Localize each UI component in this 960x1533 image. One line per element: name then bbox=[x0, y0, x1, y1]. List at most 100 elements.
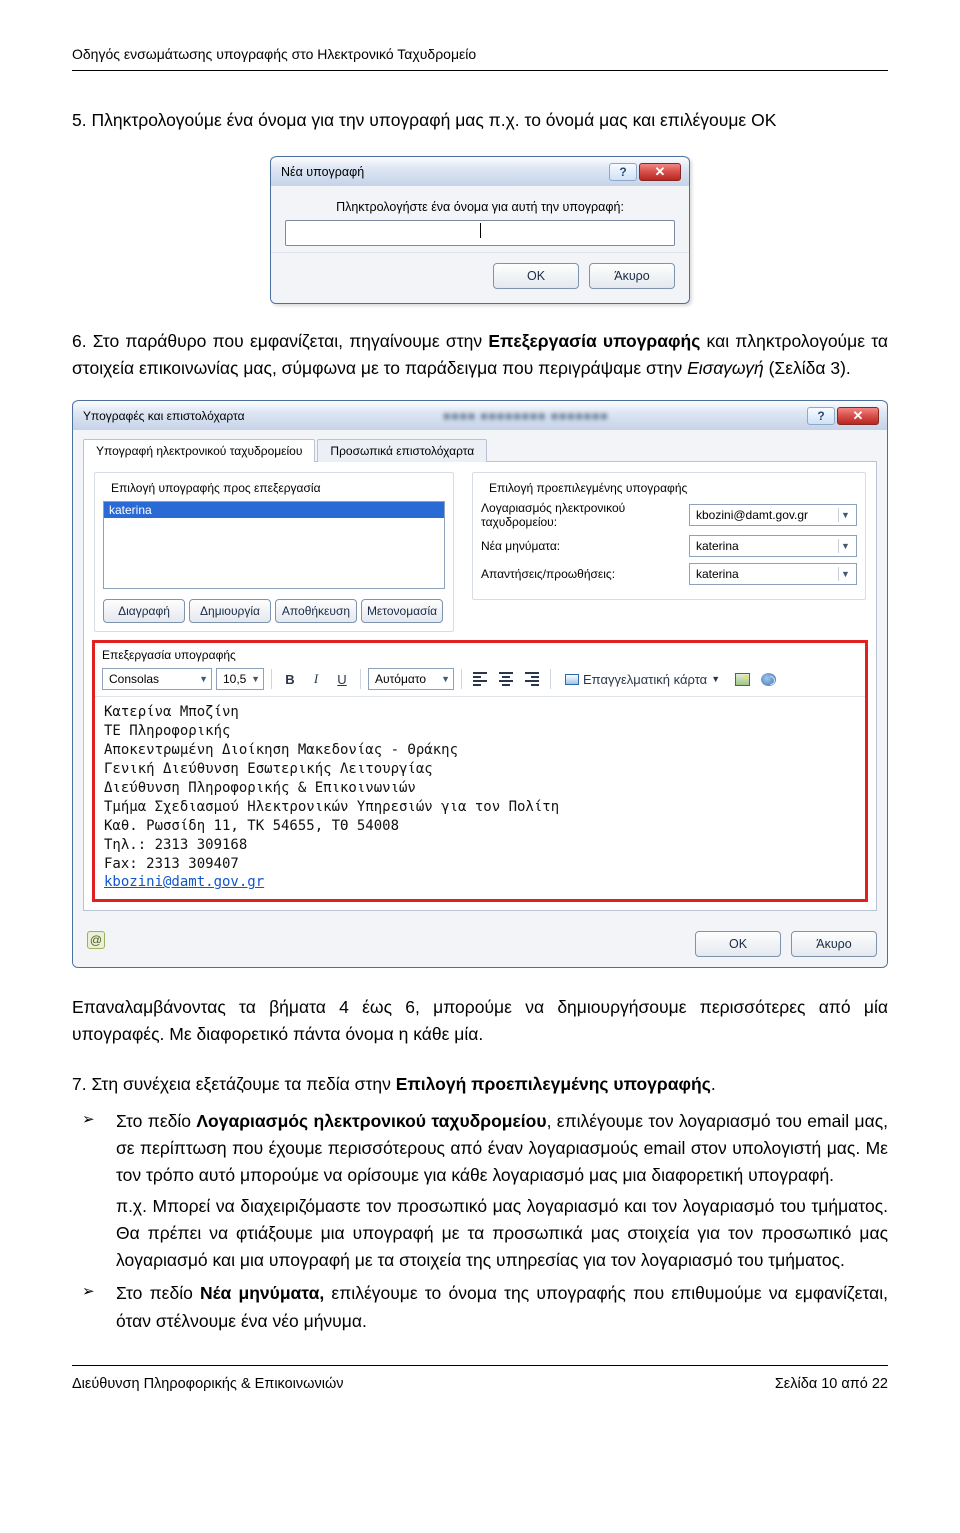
t: Λογαριασμός ηλεκτρονικού ταχυδρομείου bbox=[196, 1111, 546, 1131]
t: Επιλογή προεπιλεγμένης υπογραφής bbox=[396, 1074, 711, 1094]
replies-label: Απαντήσεις/προωθήσεις: bbox=[481, 567, 681, 581]
ok-button[interactable]: OK bbox=[493, 263, 579, 289]
new-messages-label: Νέα μηνύματα: bbox=[481, 539, 681, 553]
sig-line: Τμήμα Σχεδιασμού Ηλεκτρονικών Υπηρεσιών … bbox=[104, 798, 856, 817]
sig-line: Αποκεντρωμένη Διοίκηση Μακεδονίας - Θράκ… bbox=[104, 741, 856, 760]
dialog-titlebar: Νέα υπογραφή ? ✕ bbox=[271, 156, 689, 186]
bullet-new-messages: Στο πεδίο Νέα μηνύματα, επιλέγουμε το όν… bbox=[110, 1280, 888, 1334]
sig-line: Fax: 2313 309407 bbox=[104, 855, 856, 874]
tab-personal-stationery[interactable]: Προσωπικά επιστολόχαρτα bbox=[317, 439, 487, 462]
account-value: kbozini@damt.gov.gr bbox=[696, 508, 808, 522]
cancel-button[interactable]: Άκυρο bbox=[791, 931, 877, 957]
chevron-down-icon: ▼ bbox=[711, 674, 720, 684]
close-icon[interactable]: ✕ bbox=[837, 407, 879, 425]
sig-line: Κατερίνα Μποζίνη bbox=[104, 703, 856, 722]
italic-icon[interactable]: I bbox=[305, 668, 327, 690]
picture-icon[interactable] bbox=[731, 668, 753, 690]
t: Εισαγωγή bbox=[687, 358, 764, 378]
step-6-text: 6. Στο παράθυρο που εμφανίζεται, πηγαίνο… bbox=[72, 328, 888, 382]
sig-email-link[interactable]: kbozini@damt.gov.gr bbox=[104, 873, 856, 892]
dialog-title: Υπογραφές και επιστολόχαρτα bbox=[83, 409, 245, 423]
new-signature-dialog: Νέα υπογραφή ? ✕ Πληκτρολογήστε ένα όνομ… bbox=[270, 156, 690, 304]
divider-bottom bbox=[72, 1365, 888, 1366]
t: Στο πεδίο bbox=[116, 1283, 200, 1303]
bold-icon[interactable]: B bbox=[279, 668, 301, 690]
auto-color-dropdown[interactable]: Αυτόματο ▼ bbox=[368, 668, 454, 690]
size-dropdown[interactable]: 10,5 ▼ bbox=[216, 668, 264, 690]
signature-editor[interactable]: Κατερίνα Μποζίνη ΤΕ Πληροφορικής Αποκεντ… bbox=[94, 697, 866, 900]
resize-grip-icon: @ bbox=[87, 931, 105, 949]
default-signature-label: Επιλογή προεπιλεγμένης υπογραφής bbox=[485, 481, 691, 495]
sig-line: Διεύθυνση Πληροφορικής & Επικοινωνιών bbox=[104, 779, 856, 798]
blurred-text: ■■■■ ■■■■■■■■ ■■■■■■■ bbox=[443, 409, 608, 423]
underline-icon[interactable]: U bbox=[331, 668, 353, 690]
cancel-button[interactable]: Άκυρο bbox=[589, 263, 675, 289]
close-icon[interactable]: ✕ bbox=[639, 163, 681, 181]
account-dropdown[interactable]: kbozini@damt.gov.gr ▼ bbox=[689, 504, 857, 526]
card-icon bbox=[565, 674, 579, 685]
font-dropdown[interactable]: Consolas ▼ bbox=[102, 668, 212, 690]
rename-button[interactable]: Μετονομασία bbox=[361, 599, 443, 623]
sig-line: Καθ. Ρωσσίδη 11, ΤΚ 54655, ΤΘ 54008 bbox=[104, 817, 856, 836]
signature-name-input[interactable] bbox=[285, 220, 675, 246]
new-messages-dropdown[interactable]: katerina ▼ bbox=[689, 535, 857, 557]
signatures-stationery-dialog: Υπογραφές και επιστολόχαρτα ■■■■ ■■■■■■■… bbox=[72, 400, 888, 968]
replies-dropdown[interactable]: katerina ▼ bbox=[689, 563, 857, 585]
delete-button[interactable]: Διαγραφή bbox=[103, 599, 185, 623]
dialog-title: Νέα υπογραφή bbox=[281, 165, 364, 179]
tab-email-signature[interactable]: Υπογραφή ηλεκτρονικού ταχυδρομείου bbox=[83, 439, 315, 462]
save-button[interactable]: Αποθήκευση bbox=[275, 599, 357, 623]
select-signature-label: Επιλογή υπογραφής προς επεξεργασία bbox=[107, 481, 325, 495]
t: . bbox=[711, 1074, 716, 1094]
link-icon[interactable] bbox=[757, 668, 779, 690]
t: Νέα μηνύματα, bbox=[200, 1283, 324, 1303]
edit-signature-label: Επεξεργασία υπογραφής bbox=[94, 642, 866, 664]
t: π.χ. Μπορεί να διαχειριζόμαστε τον προσω… bbox=[116, 1196, 888, 1270]
tabs: Υπογραφή ηλεκτρονικού ταχυδρομείου Προσω… bbox=[83, 438, 877, 462]
t: Στο πεδίο bbox=[116, 1111, 196, 1131]
replies-value: katerina bbox=[696, 567, 739, 581]
t: 6. Στο παράθυρο που εμφανίζεται, πηγαίνο… bbox=[72, 331, 488, 351]
bullet-account: Στο πεδίο Λογαριασμός ηλεκτρονικού ταχυδ… bbox=[110, 1108, 888, 1275]
new-messages-value: katerina bbox=[696, 539, 739, 553]
help-icon[interactable]: ? bbox=[609, 163, 637, 181]
divider-top bbox=[72, 70, 888, 71]
auto-value: Αυτόματο bbox=[375, 672, 426, 686]
chevron-down-icon: ▼ bbox=[441, 674, 450, 684]
align-center-icon[interactable] bbox=[495, 668, 517, 690]
chevron-down-icon: ▼ bbox=[838, 567, 852, 581]
dialog-titlebar: Υπογραφές και επιστολόχαρτα ■■■■ ■■■■■■■… bbox=[73, 400, 887, 430]
help-icon[interactable]: ? bbox=[807, 407, 835, 425]
signature-listbox[interactable]: katerina bbox=[103, 501, 445, 589]
align-left-icon[interactable] bbox=[469, 668, 491, 690]
t: Επεξεργασία υπογραφής bbox=[488, 331, 700, 351]
repeat-paragraph: Επαναλαμβάνοντας τα βήματα 4 έως 6, μπορ… bbox=[72, 994, 888, 1048]
t: (Σελίδα 3). bbox=[764, 358, 851, 378]
chevron-down-icon: ▼ bbox=[838, 539, 852, 553]
footer-left: Διεύθυνση Πληροφορικής & Επικοινωνιών bbox=[72, 1376, 344, 1392]
sig-line: ΤΕ Πληροφορικής bbox=[104, 722, 856, 741]
footer-right: Σελίδα 10 από 22 bbox=[775, 1376, 888, 1392]
chevron-down-icon: ▼ bbox=[838, 508, 852, 522]
size-value: 10,5 bbox=[223, 672, 246, 686]
signature-name-label: Πληκτρολογήστε ένα όνομα για αυτή την υπ… bbox=[285, 200, 675, 214]
account-label: Λογαριασμός ηλεκτρονικού ταχυδρομείου: bbox=[481, 501, 681, 529]
chevron-down-icon: ▼ bbox=[251, 674, 260, 684]
signature-item-selected[interactable]: katerina bbox=[104, 502, 444, 518]
align-right-icon[interactable] bbox=[521, 668, 543, 690]
chevron-down-icon: ▼ bbox=[199, 674, 208, 684]
step-5-text: 5. Πληκτρολογούμε ένα όνομα για την υπογ… bbox=[72, 107, 888, 134]
sig-line: Γενική Διεύθυνση Εσωτερικής Λειτουργίας bbox=[104, 760, 856, 779]
bullet-list: Στο πεδίο Λογαριασμός ηλεκτρονικού ταχυδ… bbox=[110, 1108, 888, 1335]
ok-button[interactable]: OK bbox=[695, 931, 781, 957]
business-card-button[interactable]: Επαγγελματική κάρτα ▼ bbox=[558, 668, 727, 690]
new-button[interactable]: Δημιουργία bbox=[189, 599, 271, 623]
page-header: Οδηγός ενσωμάτωσης υπογραφής στο Ηλεκτρο… bbox=[72, 40, 888, 62]
t: 7. Στη συνέχεια εξετάζουμε τα πεδία στην bbox=[72, 1074, 396, 1094]
formatting-toolbar: Consolas ▼ 10,5 ▼ B I U Αυτόματο ▼ bbox=[94, 664, 866, 697]
step-7-text: 7. Στη συνέχεια εξετάζουμε τα πεδία στην… bbox=[72, 1071, 888, 1098]
font-value: Consolas bbox=[109, 672, 159, 686]
sig-line: Τηλ.: 2313 309168 bbox=[104, 836, 856, 855]
bizcard-label: Επαγγελματική κάρτα bbox=[583, 672, 707, 687]
page-footer: Διεύθυνση Πληροφορικής & Επικοινωνιών Σε… bbox=[72, 1376, 888, 1392]
